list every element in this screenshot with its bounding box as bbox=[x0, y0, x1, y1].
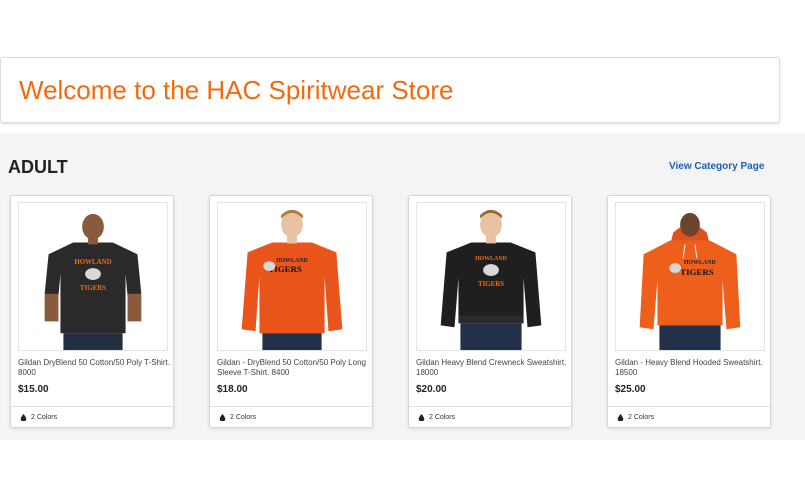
product-card[interactable]: HOWLAND TIGERS Gildan - DryBlend 50 Cott… bbox=[209, 195, 373, 428]
model-tshirt-image: HOWLAND TIGERS bbox=[19, 203, 167, 350]
product-name[interactable]: Gildan - DryBlend 50 Cotton/50 Poly Long… bbox=[217, 358, 369, 378]
product-price: $25.00 bbox=[615, 384, 646, 395]
product-name[interactable]: Gildan - Heavy Blend Hooded Sweatshirt. … bbox=[615, 358, 767, 378]
card-divider bbox=[608, 406, 770, 407]
product-image[interactable]: HOWLAND TIGERS bbox=[416, 202, 566, 351]
card-divider bbox=[409, 406, 571, 407]
color-count[interactable]: 2 Colors bbox=[20, 414, 57, 421]
svg-text:TIGERS: TIGERS bbox=[478, 281, 504, 288]
color-drop-icon bbox=[617, 414, 624, 421]
color-drop-icon bbox=[219, 414, 226, 421]
model-hoodie-image: HOWLAND TIGERS bbox=[616, 203, 764, 350]
model-sweatshirt-image: HOWLAND TIGERS bbox=[417, 203, 565, 350]
svg-text:TIGERS: TIGERS bbox=[80, 285, 106, 292]
color-drop-icon bbox=[20, 414, 27, 421]
color-count[interactable]: 2 Colors bbox=[418, 414, 455, 421]
model-longsleeve-image: HOWLAND TIGERS bbox=[218, 203, 366, 350]
color-count[interactable]: 2 Colors bbox=[219, 414, 256, 421]
product-card[interactable]: HOWLAND TIGERS Gildan - Heavy Blend Hood… bbox=[607, 195, 771, 428]
page-title: Welcome to the HAC Spiritwear Store bbox=[19, 75, 454, 105]
color-count-label: 2 Colors bbox=[628, 414, 655, 421]
view-category-link[interactable]: View Category Page bbox=[669, 161, 764, 172]
svg-text:TIGERS: TIGERS bbox=[680, 267, 714, 277]
card-divider bbox=[11, 406, 173, 407]
color-count-label: 2 Colors bbox=[230, 414, 257, 421]
product-name[interactable]: Gildan DryBlend 50 Cotton/50 Poly T-Shir… bbox=[18, 358, 170, 378]
color-drop-icon bbox=[418, 414, 425, 421]
svg-text:HOWLAND: HOWLAND bbox=[74, 259, 111, 266]
product-name[interactable]: Gildan Heavy Blend Crewneck Sweatshirt. … bbox=[416, 358, 568, 378]
product-image[interactable]: HOWLAND TIGERS bbox=[18, 202, 168, 351]
adult-category-section: ADULT View Category Page HOWLAND TIGERS … bbox=[0, 133, 805, 440]
product-card[interactable]: HOWLAND TIGERS Gildan Heavy Blend Crewne… bbox=[408, 195, 572, 428]
section-title: ADULT bbox=[8, 157, 68, 177]
product-card[interactable]: HOWLAND TIGERS Gildan DryBlend 50 Cotton… bbox=[10, 195, 174, 428]
svg-text:HOWLAND: HOWLAND bbox=[475, 256, 507, 262]
color-count[interactable]: 2 Colors bbox=[617, 414, 654, 421]
product-price: $20.00 bbox=[416, 384, 447, 395]
product-price: $15.00 bbox=[18, 384, 49, 395]
svg-text:HOWLAND: HOWLAND bbox=[684, 260, 716, 266]
product-image[interactable]: HOWLAND TIGERS bbox=[217, 202, 367, 351]
color-count-label: 2 Colors bbox=[31, 414, 58, 421]
card-divider bbox=[210, 406, 372, 407]
product-image[interactable]: HOWLAND TIGERS bbox=[615, 202, 765, 351]
color-count-label: 2 Colors bbox=[429, 414, 456, 421]
welcome-banner: Welcome to the HAC Spiritwear Store bbox=[0, 57, 780, 123]
product-price: $18.00 bbox=[217, 384, 248, 395]
